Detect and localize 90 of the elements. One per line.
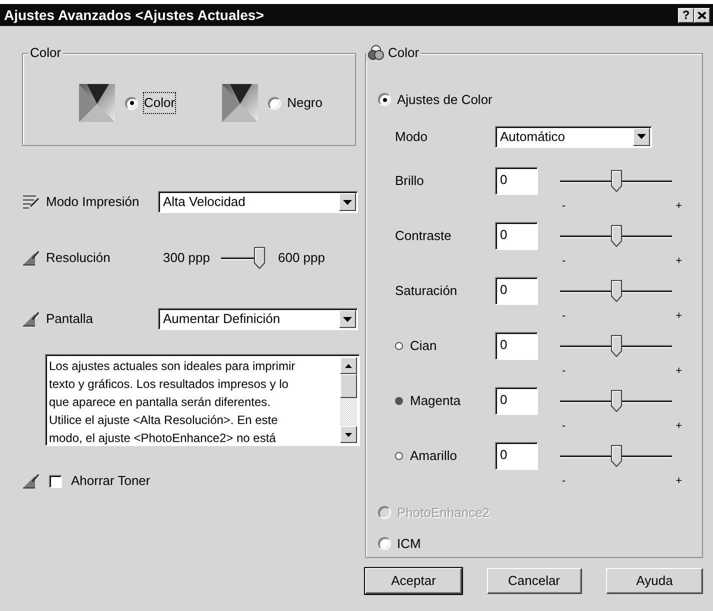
field-value: 0 bbox=[500, 336, 508, 352]
number-field[interactable]: 0 bbox=[495, 276, 538, 304]
window-title: Ajustes Avanzados <Ajustes Actuales> bbox=[4, 6, 264, 25]
number-field[interactable]: 0 bbox=[495, 442, 538, 470]
field-value: 0 bbox=[500, 392, 508, 406]
close-button[interactable] bbox=[694, 8, 710, 22]
field-label: Cian bbox=[410, 336, 437, 355]
field-label: Saturación bbox=[395, 282, 458, 300]
dropdown[interactable]: Alta Velocidad bbox=[158, 191, 358, 213]
radio-button[interactable] bbox=[378, 93, 391, 106]
number-field[interactable]: 0 bbox=[495, 166, 538, 194]
slider-min-label: - bbox=[562, 420, 566, 432]
dropdown-arrow-icon bbox=[343, 316, 352, 322]
field-label: Contraste bbox=[395, 226, 452, 245]
slider-min-label: - bbox=[562, 254, 566, 266]
checkbox-label[interactable]: Ahorrar Toner bbox=[71, 471, 150, 491]
slider-min-label: - bbox=[562, 364, 566, 376]
dialog-button[interactable]: Ayuda bbox=[606, 568, 703, 594]
field-label: Modo Impresión bbox=[46, 193, 140, 212]
slider[interactable] bbox=[221, 247, 265, 269]
dropdown[interactable]: Aumentar Definición bbox=[158, 308, 358, 330]
number-field[interactable]: 0 bbox=[495, 332, 538, 360]
slider-max-label: + bbox=[676, 254, 682, 266]
scroll-thumb[interactable] bbox=[340, 374, 357, 398]
scroll-up-button[interactable] bbox=[340, 357, 357, 374]
slider-max-label: 600 ppp bbox=[278, 249, 325, 268]
slider-thumb[interactable] bbox=[610, 444, 622, 466]
dotted-pen-icon bbox=[22, 250, 40, 266]
slider-min-label: - bbox=[562, 200, 566, 212]
slider-max-label: + bbox=[676, 474, 682, 486]
channel-indicator[interactable] bbox=[395, 342, 403, 350]
radio-button[interactable] bbox=[378, 537, 391, 550]
radio-label[interactable]: Negro bbox=[287, 93, 322, 113]
slider[interactable] bbox=[560, 390, 672, 412]
slider[interactable] bbox=[560, 280, 672, 302]
group-title: Color bbox=[388, 45, 420, 61]
field-label: Amarillo bbox=[410, 446, 457, 465]
dropdown-arrow-icon bbox=[343, 200, 352, 204]
slider-max-label: + bbox=[676, 310, 682, 322]
scroll-down-button[interactable] bbox=[340, 426, 357, 443]
slider-thumb[interactable] bbox=[610, 280, 622, 302]
color-circles-icon bbox=[368, 45, 384, 61]
dialog-button[interactable]: Cancelar bbox=[486, 568, 582, 594]
slider-thumb[interactable] bbox=[610, 334, 622, 356]
channel-indicator[interactable] bbox=[395, 452, 403, 460]
field-value: 0 bbox=[500, 446, 508, 462]
radio-label[interactable]: Color bbox=[144, 93, 176, 113]
field-value: 0 bbox=[500, 282, 508, 296]
lines-pen-icon bbox=[22, 194, 40, 210]
slider-min-label: - bbox=[562, 310, 566, 322]
field-label: Magenta bbox=[410, 392, 461, 410]
halftone-sample-icon bbox=[222, 84, 258, 122]
slider-thumb[interactable] bbox=[610, 224, 622, 246]
number-field[interactable]: 0 bbox=[495, 222, 538, 250]
field-label: Pantalla bbox=[46, 310, 94, 328]
dotted-pen-icon bbox=[22, 473, 40, 489]
slider-min-label: - bbox=[562, 474, 566, 486]
radio-label[interactable]: ICM bbox=[397, 534, 421, 554]
field-label: Modo bbox=[395, 128, 429, 146]
close-icon bbox=[698, 12, 706, 20]
field-value: 0 bbox=[500, 226, 508, 242]
field-label: Brillo bbox=[395, 172, 424, 190]
channel-indicator[interactable] bbox=[395, 396, 403, 404]
field-label: Resolución bbox=[46, 249, 112, 268]
dropdown-arrow-icon bbox=[637, 134, 646, 139]
dotted-pen-icon bbox=[22, 311, 40, 327]
checkbox[interactable] bbox=[49, 474, 62, 488]
slider[interactable] bbox=[560, 444, 672, 466]
slider-thumb[interactable] bbox=[610, 170, 622, 192]
radio-label[interactable]: Ajustes de Color bbox=[397, 90, 492, 110]
slider-max-label: + bbox=[676, 200, 682, 212]
radio-button[interactable] bbox=[268, 96, 282, 110]
description-text: Los ajustes actuales son ideales para imprimir texto y gráficos. Los resultados impresos y lo que aparece en pantalla serán diferentes. Utilice el ajuste <Alta Resolución>. En este modo, el ajuste <PhotoEnhance2> no está bbox=[49, 358, 296, 443]
field-value: 0 bbox=[500, 172, 508, 186]
slider-max-label: + bbox=[676, 420, 682, 432]
slider[interactable] bbox=[560, 170, 672, 192]
slider-max-label: + bbox=[676, 364, 682, 376]
number-field[interactable]: 0 bbox=[495, 386, 538, 414]
dialog-button[interactable]: Aceptar bbox=[365, 568, 462, 594]
dropdown[interactable]: Automático bbox=[495, 126, 652, 148]
slider-thumb[interactable] bbox=[610, 390, 622, 412]
slider[interactable] bbox=[560, 334, 672, 356]
up-arrow-icon bbox=[345, 364, 352, 368]
slider-thumb[interactable] bbox=[254, 247, 265, 269]
halftone-sample-icon bbox=[79, 84, 115, 122]
slider-min-label: 300 ppp bbox=[163, 249, 210, 268]
down-arrow-icon bbox=[345, 432, 352, 436]
radio-button[interactable] bbox=[125, 96, 138, 110]
slider[interactable] bbox=[560, 224, 672, 246]
help-button[interactable]: ? bbox=[678, 8, 694, 22]
